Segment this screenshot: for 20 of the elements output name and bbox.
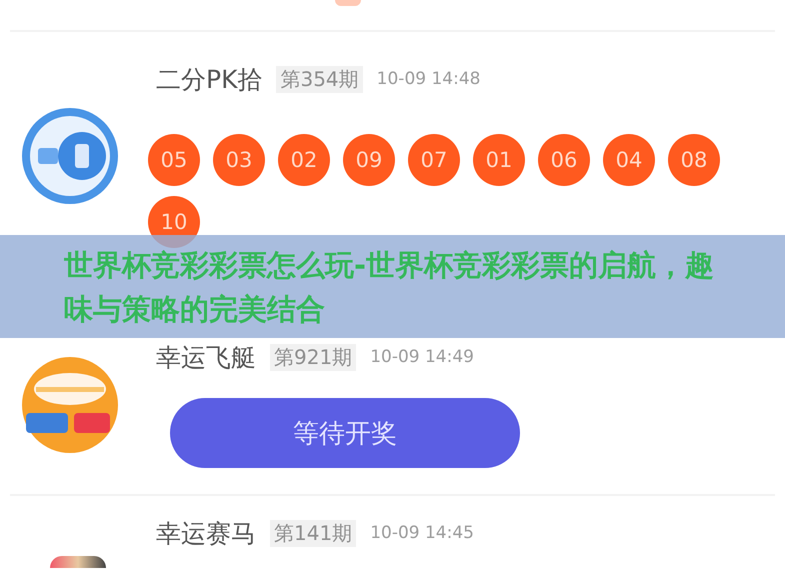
draw-time: 10-09 14:45 xyxy=(370,523,474,543)
wait-draw-button[interactable]: 等待开奖 xyxy=(170,398,520,468)
banner-title: 世界杯竞彩彩票怎么玩-世界杯竞彩彩票的启航，趣味与策略的完美结合 xyxy=(64,246,716,328)
period-label: 第354期 xyxy=(276,66,363,92)
lottery-ball: 01 xyxy=(473,134,525,186)
lottery-ball: 09 xyxy=(343,134,395,186)
lottery-ball: 07 xyxy=(408,134,460,186)
lottery-ball: 04 xyxy=(603,134,655,186)
period-label: 第921期 xyxy=(270,344,356,370)
lottery-ball: 03 xyxy=(213,134,265,186)
draw-time: 10-09 14:48 xyxy=(376,69,480,89)
lottery-ball: 08 xyxy=(668,134,720,186)
lottery-ball: 02 xyxy=(278,134,330,186)
lottery-name: 幸运飞艇 xyxy=(156,342,256,374)
lottery-ball: 06 xyxy=(538,134,590,186)
lottery-name: 二分PK拾 xyxy=(156,64,262,96)
draw-time: 10-09 14:49 xyxy=(370,347,474,367)
period-label: 第141期 xyxy=(270,520,356,546)
lottery-ball: 05 xyxy=(148,134,200,186)
lottery-name: 幸运赛马 xyxy=(156,518,256,550)
